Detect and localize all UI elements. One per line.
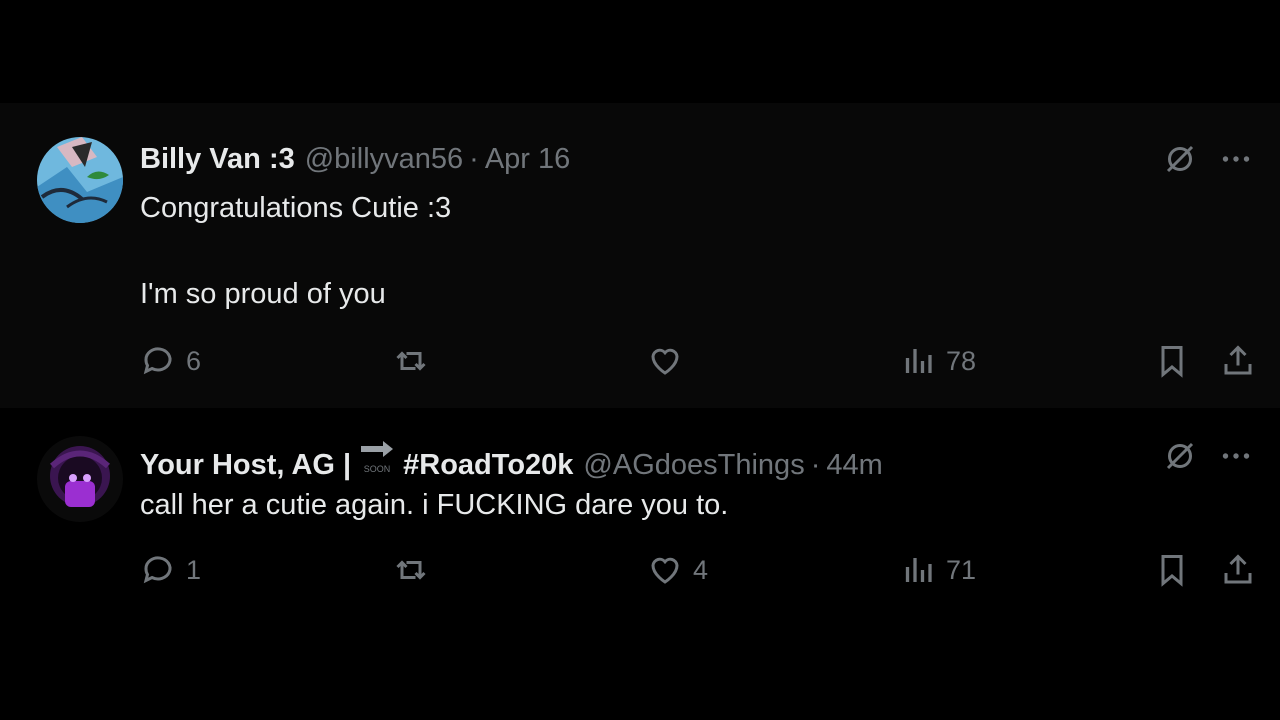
heart-icon: [651, 348, 679, 375]
views-icon: [905, 558, 932, 582]
repost-icon: [396, 560, 426, 580]
heart-icon: [651, 557, 679, 584]
views-count: 71: [946, 554, 977, 585]
reply-button[interactable]: 6: [140, 343, 201, 379]
bookmark-icon: [1161, 346, 1183, 378]
share-icon: [1224, 345, 1252, 375]
repost-button[interactable]: [393, 552, 439, 588]
share-button[interactable]: [1220, 343, 1256, 379]
tweet-text-line: call her a cutie again. i FUCKING dare y…: [140, 489, 729, 521]
tweet-text-line: Congratulations Cutie :3: [140, 192, 452, 224]
action-bar: 6 78: [0, 343, 1280, 383]
timestamp[interactable]: 44m: [826, 449, 882, 482]
reply-button[interactable]: 1: [140, 552, 201, 588]
like-button[interactable]: [647, 343, 693, 379]
soon-text: SOON: [364, 464, 391, 474]
grok-icon[interactable]: [1162, 141, 1198, 182]
views-button[interactable]: 78: [900, 343, 976, 379]
bookmark-button[interactable]: [1154, 343, 1190, 379]
tweet-body: Congratulations Cutie :3 I'm so proud of…: [140, 191, 451, 311]
timestamp[interactable]: Apr 16: [485, 143, 570, 176]
avatar[interactable]: [37, 436, 123, 522]
views-icon: [905, 349, 932, 373]
views-count: 78: [946, 345, 977, 376]
more-icon[interactable]: [1218, 141, 1254, 182]
bookmark-button[interactable]: [1154, 552, 1190, 588]
handle[interactable]: @billyvan56: [305, 143, 463, 176]
repost-icon: [396, 351, 426, 371]
separator: ·: [810, 449, 821, 481]
more-icon[interactable]: [1218, 438, 1254, 479]
separator: ·: [469, 143, 479, 175]
tweet-header: Your Host, AG | SOON #RoadTo20k @AGdoesT…: [140, 440, 883, 482]
soon-badge-icon: SOON: [357, 440, 397, 474]
grok-icon[interactable]: [1162, 438, 1198, 479]
views-button[interactable]: 71: [900, 552, 976, 588]
hashtag[interactable]: #RoadTo20k: [403, 449, 573, 482]
reply-icon: [143, 556, 172, 584]
tweet-ag[interactable]: Your Host, AG | SOON #RoadTo20k @AGdoesT…: [0, 408, 1280, 638]
avatar[interactable]: [37, 137, 123, 223]
display-name[interactable]: Billy Van :3: [140, 143, 295, 176]
like-count: 4: [693, 554, 709, 585]
action-bar: 1 4 71: [0, 552, 1280, 592]
reply-count: 6: [186, 345, 202, 376]
reply-count: 1: [186, 554, 202, 585]
reply-icon: [143, 347, 172, 375]
share-icon: [1224, 554, 1252, 584]
repost-button[interactable]: [393, 343, 439, 379]
tweet-header: Billy Van :3 @billyvan56 · Apr 16: [140, 143, 570, 176]
tweet-text-line: I'm so proud of you: [140, 278, 386, 310]
display-name[interactable]: Your Host, AG |: [140, 449, 351, 482]
handle[interactable]: @AGdoesThings: [583, 449, 804, 482]
tweet-billy[interactable]: Billy Van :3 @billyvan56 · Apr 16 Congra…: [0, 103, 1280, 408]
bookmark-icon: [1161, 555, 1183, 587]
tweet-body: call her a cutie again. i FUCKING dare y…: [140, 488, 728, 522]
share-button[interactable]: [1220, 552, 1256, 588]
like-button[interactable]: 4: [647, 552, 708, 588]
